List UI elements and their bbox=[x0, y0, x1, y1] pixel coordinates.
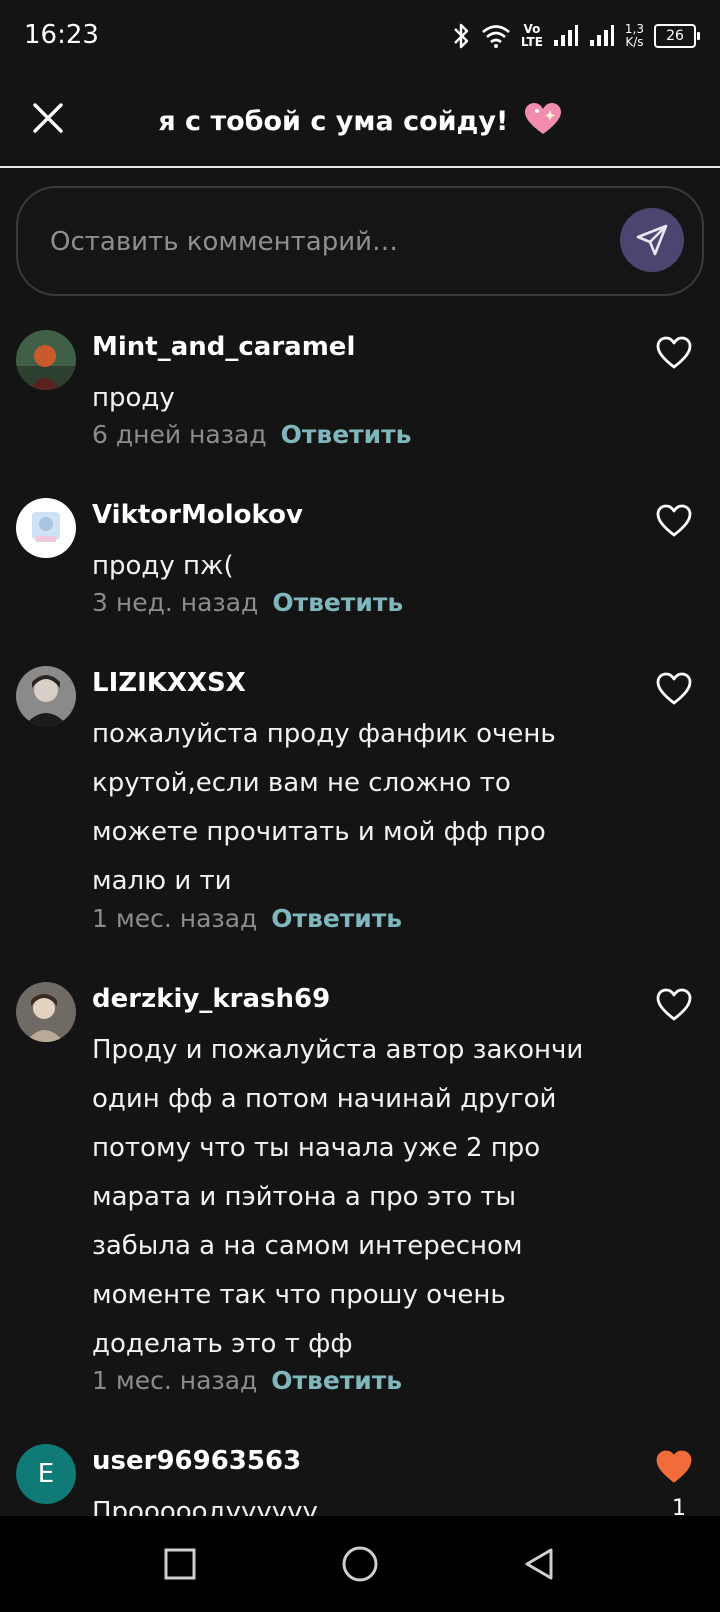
home-button[interactable] bbox=[338, 1542, 382, 1586]
signal-icon-2 bbox=[589, 25, 614, 46]
avatar-letter: E bbox=[37, 1459, 55, 1489]
comment-meta: 1 мес. назад Ответить bbox=[92, 904, 402, 933]
page-title-text: я с тобой с ума сойду! bbox=[158, 106, 509, 137]
comment-username[interactable]: LIZIKXXSX bbox=[92, 668, 246, 698]
heart-icon[interactable] bbox=[656, 988, 692, 1022]
comment-meta: 1 мес. назад Ответить bbox=[92, 1366, 402, 1395]
comment-meta: 3 нед. назад Ответить bbox=[92, 588, 403, 617]
comment-text: проду bbox=[92, 383, 175, 413]
avatar[interactable] bbox=[16, 982, 76, 1042]
sparkling-heart-icon bbox=[524, 102, 562, 143]
status-icons: Vo LTE 1,3 K/s 26 bbox=[451, 18, 700, 54]
signal-icon bbox=[553, 25, 578, 46]
battery-indicator: 26 bbox=[654, 24, 700, 48]
comment-username[interactable]: ViktorMolokov bbox=[92, 500, 303, 530]
reply-button[interactable]: Ответить bbox=[271, 904, 402, 933]
system-nav-bar bbox=[0, 1516, 720, 1612]
heart-icon[interactable] bbox=[656, 504, 692, 538]
comment-text: проду пж( bbox=[92, 551, 234, 581]
recent-apps-button[interactable] bbox=[158, 1542, 202, 1586]
avatar[interactable]: E bbox=[16, 1444, 76, 1504]
header: я с тобой с ума сойду! bbox=[0, 72, 720, 168]
avatar[interactable] bbox=[16, 330, 76, 390]
wifi-icon bbox=[482, 25, 510, 48]
comment-time: 1 мес. назад bbox=[92, 904, 258, 933]
heart-icon[interactable] bbox=[656, 336, 692, 370]
network-speed: 1,3 K/s bbox=[624, 22, 644, 49]
send-button[interactable] bbox=[620, 208, 684, 272]
status-bar: 16:23 Vo LTE 1,3 K/s 26 bbox=[0, 0, 720, 72]
comment-text: Проду и пожалуйста автор закончи один фф… bbox=[92, 1035, 584, 1359]
comment-time: 6 дней назад bbox=[92, 420, 267, 449]
comment-username[interactable]: user96963563 bbox=[92, 1446, 301, 1476]
reply-button[interactable]: Ответить bbox=[272, 588, 403, 617]
comment-username[interactable]: derzkiy_krash69 bbox=[92, 984, 330, 1014]
comment-meta: 6 дней назад Ответить bbox=[92, 420, 411, 449]
heart-filled-icon[interactable] bbox=[656, 1450, 692, 1484]
heart-icon[interactable] bbox=[656, 672, 692, 706]
comment-username[interactable]: Mint_and_caramel bbox=[92, 332, 355, 362]
back-button[interactable] bbox=[518, 1542, 562, 1586]
square-icon bbox=[164, 1548, 196, 1580]
avatar[interactable] bbox=[16, 666, 76, 726]
circle-icon bbox=[342, 1546, 378, 1582]
comment-input[interactable] bbox=[48, 188, 612, 296]
reply-button[interactable]: Ответить bbox=[271, 1366, 402, 1395]
comment-time: 1 мес. назад bbox=[92, 1366, 258, 1395]
comment-text: пожалуйста проду фанфик очень крутой,есл… bbox=[92, 719, 556, 896]
back-triangle-icon bbox=[525, 1548, 553, 1580]
send-icon bbox=[636, 224, 668, 256]
reply-button[interactable]: Ответить bbox=[281, 420, 412, 449]
page-title: я с тобой с ума сойду! bbox=[0, 102, 720, 143]
status-time: 16:23 bbox=[24, 20, 99, 50]
bluetooth-icon bbox=[454, 23, 469, 49]
comment-input-box bbox=[16, 186, 704, 296]
comment-time: 3 нед. назад bbox=[92, 588, 259, 617]
volte-indicator: Vo LTE bbox=[520, 22, 543, 49]
avatar[interactable] bbox=[16, 498, 76, 558]
